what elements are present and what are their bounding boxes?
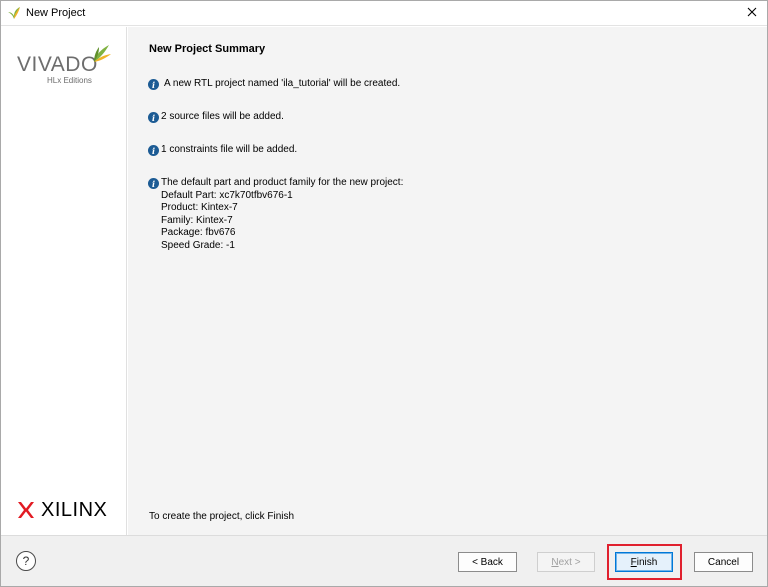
- vivado-brand-text: VIVADO: [17, 53, 98, 76]
- info-icon: i: [148, 79, 159, 90]
- summary-message-project: i A new RTL project named 'ila_tutorial'…: [148, 78, 400, 90]
- new-project-dialog: New Project VIVADO HLx Editions XILINX N…: [0, 0, 768, 587]
- vivado-leaf-icon: [7, 6, 21, 20]
- product-line: Product: Kintex-7: [161, 202, 238, 213]
- page-title: New Project Summary: [149, 43, 266, 55]
- info-icon: i: [148, 178, 159, 189]
- title-bar: New Project: [1, 1, 767, 26]
- finish-button-label: Finish: [630, 556, 658, 568]
- next-button-label: Next >: [551, 556, 581, 568]
- finish-hint: To create the project, click Finish: [149, 511, 295, 522]
- summary-message-text: 1 constraints file will be added.: [161, 144, 298, 155]
- help-button[interactable]: ?: [16, 551, 36, 571]
- cancel-button[interactable]: Cancel: [694, 552, 753, 572]
- summary-message-text: 2 source files will be added.: [161, 111, 284, 122]
- speed-grade-line: Speed Grade: -1: [161, 239, 235, 251]
- finish-button[interactable]: Finish: [615, 552, 673, 572]
- vivado-logo: VIVADO HLx Editions: [17, 41, 117, 101]
- xilinx-brand-text: XILINX: [41, 499, 108, 521]
- summary-panel: New Project Summary i A new RTL project …: [128, 27, 767, 535]
- xilinx-logo: XILINX: [17, 499, 117, 523]
- vivado-edition-text: HLx Editions: [47, 76, 92, 85]
- back-button-label: < Back: [472, 556, 503, 568]
- close-icon: [747, 4, 757, 22]
- info-icon: i: [148, 145, 159, 156]
- sidebar: VIVADO HLx Editions XILINX: [1, 27, 127, 535]
- close-button[interactable]: [741, 3, 763, 23]
- back-button[interactable]: < Back: [458, 552, 517, 572]
- info-icon: i: [148, 112, 159, 123]
- summary-message-constraints: i 1 constraints file will be added.: [148, 144, 297, 156]
- window-title: New Project: [26, 7, 86, 19]
- summary-message-text: The default part and product family for …: [161, 177, 404, 188]
- default-part-line: Default Part: xc7k70tfbv676-1: [161, 189, 293, 201]
- summary-message-sources: i 2 source files will be added.: [148, 111, 284, 123]
- xilinx-mark-icon: [17, 501, 35, 519]
- cancel-button-label: Cancel: [707, 556, 740, 568]
- summary-message-part: i The default part and product family fo…: [148, 177, 403, 252]
- help-icon: ?: [22, 554, 30, 568]
- package-line: Package: fbv676: [161, 227, 236, 238]
- part-details: The default part and product family for …: [161, 177, 403, 252]
- next-button[interactable]: Next >: [537, 552, 595, 572]
- summary-message-text: A new RTL project named 'ila_tutorial' w…: [164, 78, 401, 89]
- family-line: Family: Kintex-7: [161, 214, 233, 226]
- vivado-leaf-logo-icon: [90, 41, 112, 63]
- button-bar: ? < Back Next > Finish Cancel: [1, 535, 767, 586]
